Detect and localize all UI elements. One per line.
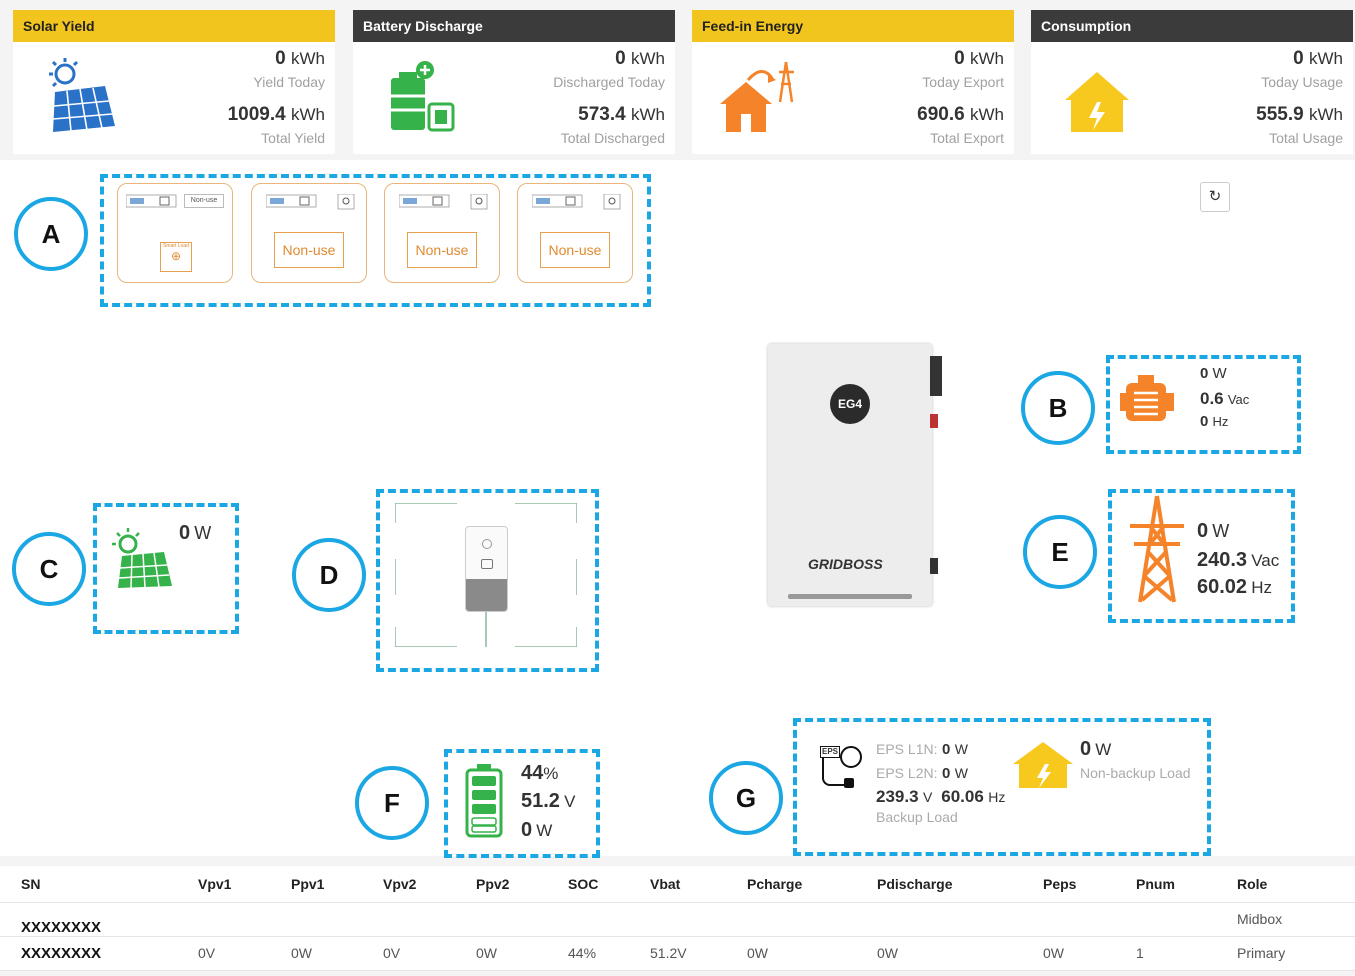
gridboss-label: GRIDBOSS <box>808 556 883 572</box>
total-export-value: 690.6 <box>917 104 965 125</box>
col-header: Vpv2 <box>362 866 455 903</box>
non-use-box: Non-use <box>274 232 344 268</box>
cell-sn: XXXXXXXX <box>0 902 177 937</box>
eps-voltage-frequency: 239.3 V 60.06 Hz <box>876 787 1006 806</box>
today-export-value: 0 <box>954 48 965 69</box>
consumption-card: Consumption 0 kWh Today Usage 555.9 kWh … <box>1031 10 1353 154</box>
today-usage-value: 0 <box>1293 48 1304 69</box>
grid-voltage: 240.3 Vac <box>1197 549 1280 571</box>
callout-b: B <box>1021 371 1095 445</box>
smart-port-4[interactable]: Non-use <box>517 183 633 283</box>
col-header: Role <box>1216 866 1355 903</box>
grid-tied-smart-load-icon <box>399 194 488 210</box>
generator-icon <box>1120 375 1174 421</box>
eps-l1n: EPS L1N: 0 W <box>876 741 968 758</box>
cell-sn: XXXXXXXX <box>0 936 177 971</box>
eg4-logo: EG4 <box>830 384 870 424</box>
solar-panel-icon <box>112 528 172 589</box>
col-header: Peps <box>1022 866 1115 903</box>
pv-power: 0 W <box>179 522 212 544</box>
nonbackup-load-label: Non-backup Load <box>1080 765 1191 781</box>
eps-l2n: EPS L2N: 0 W <box>876 765 968 782</box>
transmission-tower-icon <box>1130 495 1184 603</box>
table-row: XXXXXXXX 0V 0W 0V 0W 44% 51.2V 0W 0W 0W … <box>0 936 1355 971</box>
cell-role: Primary <box>1216 936 1355 971</box>
refresh-icon[interactable]: ↻ <box>1200 182 1230 212</box>
grid-tied-smart-load-icon <box>532 194 621 210</box>
device-table: SN Vpv1 Ppv1 Vpv2 Ppv2 SOC Vbat Pcharge … <box>0 866 1355 971</box>
discharged-today-value: 0 <box>615 48 626 69</box>
callout-e: E <box>1023 515 1097 589</box>
smart-port-2[interactable]: Non-use <box>251 183 367 283</box>
callout-a: A <box>14 197 88 271</box>
house-export-icon <box>720 61 794 132</box>
col-header: SOC <box>547 866 629 903</box>
generator-voltage: 0.6 Vac <box>1200 389 1250 408</box>
house-bolt-icon <box>1013 742 1073 788</box>
callout-f: F <box>355 766 429 840</box>
col-header: Pdischarge <box>856 866 1022 903</box>
battery-soc: 44% <box>521 762 559 784</box>
battery-discharge-card: Battery Discharge 0 kWh Discharged Today… <box>353 10 675 154</box>
battery-power: 0 W <box>521 819 553 841</box>
battery-discharge-icon <box>391 61 455 132</box>
cell-role: Midbox <box>1216 902 1355 937</box>
backup-load-label: Backup Load <box>876 809 958 825</box>
grid-power: 0 W <box>1197 520 1230 542</box>
total-yield-value: 1009.4 <box>227 104 286 125</box>
col-header: Ppv1 <box>270 866 362 903</box>
non-use-box: Non-use <box>407 232 477 268</box>
smart-load-box: Smart Load ⊕ <box>160 242 192 272</box>
non-use-box: Non-use <box>540 232 610 268</box>
yield-today-value: 0 <box>275 48 286 69</box>
grid-tied-smart-load-icon <box>266 194 355 210</box>
col-header: Ppv2 <box>455 866 547 903</box>
smart-port-3[interactable]: Non-use <box>384 183 500 283</box>
grid-tied-system-icon <box>126 194 177 208</box>
total-discharged-label: Total Discharged <box>560 130 665 146</box>
total-yield-label: Total Yield <box>261 130 325 146</box>
total-usage-label: Total Usage <box>1269 130 1343 146</box>
smart-port-1[interactable]: Non-use Smart Load ⊕ <box>117 183 233 283</box>
gridboss-device: EG4 GRIDBOSS <box>768 344 942 606</box>
port-status-label: Non-use <box>184 194 224 208</box>
callout-d: D <box>292 538 366 612</box>
table-header-row: SN Vpv1 Ppv1 Vpv2 Ppv2 SOC Vbat Pcharge … <box>0 866 1355 903</box>
plug-icon: ⊕ <box>170 249 182 263</box>
battery-voltage: 51.2 V <box>521 790 576 812</box>
feed-in-energy-card: Feed-in Energy 0 kWh Today Export 690.6 … <box>692 10 1014 154</box>
card-title: Solar Yield <box>13 10 335 42</box>
col-header: Pcharge <box>726 866 856 903</box>
card-title: Battery Discharge <box>353 10 675 42</box>
card-title: Feed-in Energy <box>692 10 1014 42</box>
eps-outlet-icon: EPS <box>818 744 870 790</box>
callout-c: C <box>12 532 86 606</box>
solar-panel-icon <box>49 58 115 132</box>
col-header: Vpv1 <box>177 866 270 903</box>
battery-icon <box>465 764 503 838</box>
house-bolt-icon <box>1065 72 1129 132</box>
generator-power: 0 W <box>1200 365 1227 382</box>
nonbackup-power: 0 W <box>1080 738 1112 760</box>
yield-today-label: Yield Today <box>253 74 325 90</box>
inverter-device-icon <box>465 526 508 612</box>
grid-frequency: 60.02 Hz <box>1197 576 1273 598</box>
generator-frequency: 0 Hz <box>1200 413 1229 430</box>
card-title: Consumption <box>1031 10 1353 42</box>
total-export-label: Total Export <box>930 130 1004 146</box>
today-usage-label: Today Usage <box>1261 74 1343 90</box>
solar-yield-card: Solar Yield 0 kWh Yield Today 1009.4 kWh… <box>13 10 335 154</box>
summary-cards: Solar Yield 0 kWh Yield Today 1009.4 kWh… <box>0 0 1355 160</box>
total-usage-value: 555.9 <box>1256 104 1304 125</box>
callout-g: G <box>709 761 783 835</box>
col-header: Pnum <box>1115 866 1216 903</box>
col-header: Vbat <box>629 866 726 903</box>
total-discharged-value: 573.4 <box>578 104 626 125</box>
discharged-today-label: Discharged Today <box>553 74 665 90</box>
table-row: XXXXXXXX Midbox <box>0 902 1355 937</box>
col-header: SN <box>0 866 177 903</box>
today-export-label: Today Export <box>922 74 1004 90</box>
